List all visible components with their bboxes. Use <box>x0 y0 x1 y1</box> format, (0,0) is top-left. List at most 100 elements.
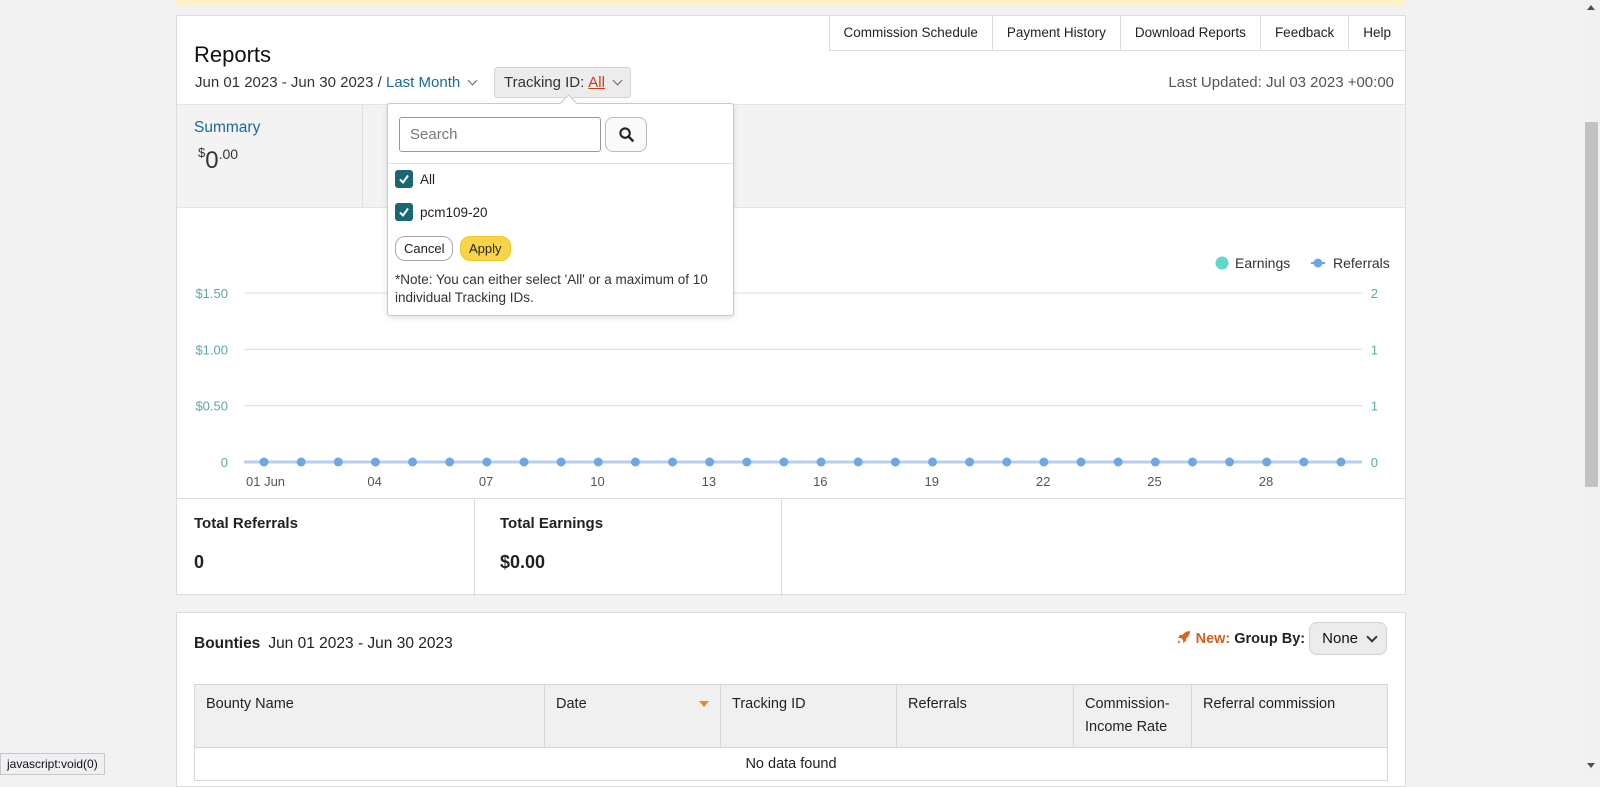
check-icon <box>399 207 409 218</box>
referrals-point <box>519 457 529 467</box>
referrals-point <box>370 457 380 467</box>
column-tracking-id[interactable]: Tracking ID <box>720 684 897 748</box>
referrals-point <box>259 457 269 467</box>
x-tick-label: 22 <box>1036 474 1050 489</box>
search-icon <box>618 127 634 142</box>
bounties-title: Bounties Jun 01 2023 - Jun 30 2023 <box>194 635 453 652</box>
referrals-point <box>333 457 343 467</box>
bounties-panel: Bounties Jun 01 2023 - Jun 30 2023 New: G… <box>176 612 1406 787</box>
tab-payment-history[interactable]: Payment History <box>992 16 1121 51</box>
notice-banner <box>176 0 1406 6</box>
summary-tile-amount: $0.00 <box>198 145 239 174</box>
tab-download-reports[interactable]: Download Reports <box>1120 16 1261 51</box>
rocket-icon <box>1176 629 1192 649</box>
chevron-down-icon <box>1366 630 1378 643</box>
total-referrals-value: 0 <box>194 552 205 572</box>
tracking-option-pcm109-20[interactable]: pcm109-20 <box>395 203 488 221</box>
referrals-point <box>1076 457 1086 467</box>
total-referrals-label: Total Referrals <box>194 515 298 532</box>
column-bounty-name[interactable]: Bounty Name <box>194 684 545 748</box>
referrals-point <box>408 457 418 467</box>
x-tick-label: 28 <box>1259 474 1273 489</box>
totals-row: Total Referrals 0 Total Earnings $0.00 <box>177 498 1405 596</box>
bounties-table: Bounty Name Date Tracking ID Referrals C… <box>194 684 1388 781</box>
summary-tile[interactable]: Summary $0.00 <box>177 105 363 208</box>
group-by-select[interactable]: None <box>1309 622 1387 655</box>
period-link[interactable]: Last Month <box>386 74 460 91</box>
table-row: No data found <box>194 747 1388 781</box>
column-date[interactable]: Date <box>544 684 721 748</box>
y-left-tick-label: 0 <box>221 455 228 470</box>
referrals-point <box>1336 457 1346 467</box>
page-scrollbar[interactable] <box>1583 0 1600 775</box>
date-range-text: Jun 01 2023 - Jun 30 2023 <box>195 74 374 91</box>
tracking-option-all[interactable]: All <box>395 170 435 188</box>
x-tick-label: 19 <box>924 474 938 489</box>
column-commission-income-rate[interactable]: Commission-Income Rate <box>1073 684 1192 748</box>
referrals-point <box>445 457 455 467</box>
x-tick-label: 01 Jun <box>246 474 285 489</box>
reports-panel: Reports Commission Schedule Payment Hist… <box>176 15 1406 596</box>
x-tick-label: 25 <box>1147 474 1161 489</box>
empty-message: No data found <box>194 747 1388 781</box>
referrals-point <box>630 457 640 467</box>
report-tabs: Commission Schedule Payment History Down… <box>828 16 1405 51</box>
tracking-id-value[interactable]: All <box>588 68 605 97</box>
summary-tile-label[interactable]: Summary <box>194 119 260 137</box>
legend-referrals-label: Referrals <box>1333 255 1390 271</box>
cancel-button[interactable]: Cancel <box>395 236 454 261</box>
checkbox-checked[interactable] <box>395 170 413 188</box>
scroll-thumb[interactable] <box>1585 122 1598 487</box>
tracking-id-popover: All pcm109-20 Cancel Apply *Note: You ca… <box>387 103 734 316</box>
tracking-search-row <box>388 104 733 164</box>
page-title: Reports <box>194 42 272 67</box>
y-right-tick-label: 2 <box>1371 286 1378 301</box>
referrals-point <box>482 457 492 467</box>
chevron-down-icon[interactable] <box>467 75 478 86</box>
referrals-point <box>742 457 752 467</box>
y-right-tick-label: 0 <box>1371 455 1378 470</box>
referrals-point <box>1225 457 1235 467</box>
referrals-point <box>1299 457 1309 467</box>
search-button[interactable] <box>605 117 647 152</box>
referrals-point <box>1002 457 1012 467</box>
column-referral-commission[interactable]: Referral commission <box>1191 684 1388 748</box>
check-icon <box>399 174 409 185</box>
tracking-search-input[interactable] <box>399 117 601 152</box>
referrals-point <box>1113 457 1123 467</box>
referrals-point <box>593 457 603 467</box>
column-referrals[interactable]: Referrals <box>896 684 1074 748</box>
total-earnings-label: Total Earnings <box>500 515 604 532</box>
x-tick-label: 07 <box>479 474 493 489</box>
apply-button[interactable]: Apply <box>460 236 511 261</box>
tab-help[interactable]: Help <box>1349 16 1405 51</box>
checkbox-checked[interactable] <box>395 203 413 221</box>
referrals-point <box>927 457 937 467</box>
sort-desc-icon[interactable] <box>699 701 709 707</box>
referrals-point <box>965 457 975 467</box>
x-tick-label: 16 <box>813 474 827 489</box>
chevron-down-icon[interactable] <box>612 75 623 86</box>
referrals-point <box>556 457 566 467</box>
scroll-up-arrow-icon[interactable] <box>1587 5 1595 10</box>
tab-commission-schedule[interactable]: Commission Schedule <box>829 16 993 51</box>
scroll-down-arrow-icon[interactable] <box>1587 763 1595 768</box>
tracking-id-label: Tracking ID: <box>504 74 585 91</box>
summary-tiles: Summary $0.00 <box>177 104 1405 208</box>
y-left-tick-label: $0.50 <box>195 399 228 414</box>
table-header-row: Bounty Name Date Tracking ID Referrals C… <box>194 684 1388 748</box>
group-by-control: New: Group By: None <box>1176 622 1387 655</box>
y-right-tick-label: 1 <box>1371 399 1378 414</box>
total-earnings-value: $0.00 <box>500 552 546 572</box>
x-tick-label: 13 <box>702 474 716 489</box>
total-earnings-card: Total Earnings $0.00 <box>475 499 782 596</box>
tracking-id-dropdown-button[interactable]: Tracking ID: All <box>494 67 631 98</box>
tab-feedback[interactable]: Feedback <box>1260 16 1350 51</box>
referrals-point <box>296 457 306 467</box>
y-right-tick-label: 1 <box>1371 342 1378 357</box>
last-updated-text: Last Updated: Jul 03 2023 +00:00 <box>1168 74 1394 91</box>
tracking-id-note: *Note: You can either select 'All' or a … <box>395 272 708 305</box>
legend-referrals-marker <box>1313 258 1323 268</box>
date-range-selector[interactable]: Jun 01 2023 - Jun 30 2023 / Last Month <box>195 74 478 91</box>
bounties-date-range: Jun 01 2023 - Jun 30 2023 <box>268 635 453 652</box>
